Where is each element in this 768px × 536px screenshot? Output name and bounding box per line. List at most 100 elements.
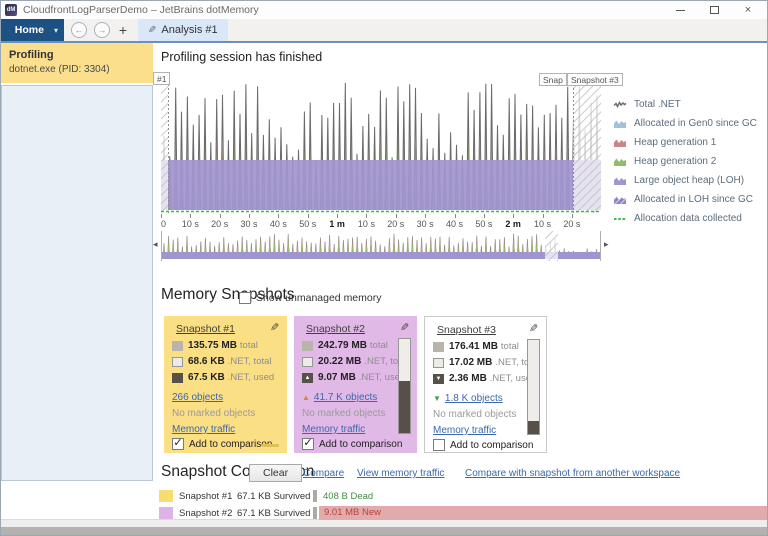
memory-traffic-link[interactable]: Memory traffic [302, 424, 365, 435]
objects-link[interactable]: 266 objects [172, 392, 223, 403]
rename-icon[interactable]: ✎ [400, 321, 409, 334]
axis-tick-label: 40 s [269, 219, 287, 229]
sidebar-session-item[interactable]: Profiling dotnet.exe (PID: 3304) [1, 43, 153, 83]
survived-bar [313, 507, 317, 519]
snapshot-3-link[interactable]: Snapshot #3 [437, 324, 496, 336]
scroll-left-arrow[interactable]: ◂ [153, 239, 158, 250]
trend-down-icon: ▼ [433, 393, 441, 403]
home-icon [9, 29, 10, 31]
plus-icon: + [118, 22, 128, 38]
marked-objects-text: No marked objects [433, 409, 517, 420]
add-to-comparison-checkbox[interactable]: Add to comparison [433, 439, 533, 451]
legend-item-gen1: Heap generation 1 [613, 133, 767, 152]
maximize-button[interactable] [697, 1, 731, 19]
memory-timeline-chart[interactable] [161, 76, 601, 213]
forward-icon: → [97, 25, 107, 35]
snapshot-2-color-swatch [159, 507, 173, 519]
main-panel: Profiling session has finished #1 Snap S… [153, 43, 767, 520]
dashed-line-series-icon [614, 218, 626, 220]
legend-item-alloc-collected: Allocation data collected [613, 209, 767, 228]
sidebar-panel [1, 85, 153, 481]
snapshot-marker-1: #1 [153, 72, 171, 85]
show-unmanaged-checkbox[interactable]: Show unmanaged memory [239, 292, 381, 304]
area-series-icon [614, 158, 626, 166]
memory-traffic-link[interactable]: Memory traffic [433, 425, 496, 436]
status-bar [1, 519, 767, 527]
snapshot-card-3: Snapshot #3 ✎ 176.41 MB total 17.02 MB .NE… [424, 316, 547, 453]
objects-link[interactable]: 1.8 K objects [445, 393, 503, 404]
net-total-swatch [302, 356, 313, 367]
legend-item-gen0: Allocated in Gen0 since GC [613, 114, 767, 133]
clear-button[interactable]: Clear [249, 464, 303, 482]
axis-tick-label: 10 s [181, 219, 199, 229]
snapshot-marker-2: Snap [539, 73, 567, 86]
decrease-icon: ▼ [435, 375, 442, 382]
close-icon: × [744, 4, 752, 16]
comparison-row-snapshot-1: Snapshot #1 67.1 KB Survived 408 B Dead [153, 490, 767, 503]
axis-tick-label: 20 s [387, 219, 405, 229]
new-memory-bar: 9.01 MB New [319, 506, 767, 520]
axis-tick-label: 20 s [563, 219, 581, 229]
window-title: CloudfrontLogParserDemo – JetBrains dotM… [23, 4, 259, 16]
toolbar: Home ▾ ← → + ✎ Analysis #1 [1, 19, 767, 43]
checkbox-checked: ✓ [172, 436, 184, 450]
scroll-right-arrow[interactable]: ▸ [604, 239, 609, 250]
sidebar: Profiling dotnet.exe (PID: 3304) [1, 43, 153, 519]
app-window: dM CloudfrontLogParserDemo – JetBrains d… [0, 0, 768, 536]
total-swatch [433, 341, 444, 352]
rename-icon[interactable]: ✎ [529, 322, 538, 335]
timeline-axis: 0 10 s 20 s 30 s 40 s 50 s 1 m 10 s 20 s 30 s 40 s… [161, 214, 609, 230]
checkbox-checked: ✓ [302, 436, 314, 450]
dead-delta-text: 408 B Dead [323, 491, 374, 502]
survived-bar [313, 490, 317, 502]
home-button[interactable]: Home ▾ [1, 19, 64, 41]
compare-other-workspace-link[interactable]: Compare with snapshot from another works… [465, 468, 680, 479]
chevron-down-icon[interactable]: ▾ [54, 26, 58, 35]
session-status-text: Profiling session has finished [161, 50, 323, 64]
forward-button[interactable]: → [94, 22, 110, 38]
add-to-comparison-checkbox[interactable]: ✓ Add to comparison [302, 436, 402, 450]
snapshot-card-2: Snapshot #2 ✎ 242.79 MB total 20.22 MB .NE… [294, 316, 417, 453]
snapshot-1-link[interactable]: Snapshot #1 [176, 323, 235, 335]
add-to-comparison-checkbox[interactable]: ✓ Add to comparison [172, 436, 272, 450]
minimize-button[interactable] [663, 1, 697, 19]
area-series-icon [614, 120, 626, 128]
close-button[interactable]: × [731, 1, 765, 19]
checkbox-unchecked [239, 292, 251, 304]
tab-analysis-1[interactable]: ✎ Analysis #1 [138, 19, 228, 41]
snapshot-1-color-swatch [159, 490, 173, 502]
bottom-bar [1, 527, 767, 535]
new-tab-button[interactable]: + [114, 19, 132, 41]
edit-icon: ✎ [148, 24, 157, 36]
axis-tick-label: 30 s [240, 219, 258, 229]
legend-item-gen2: Heap generation 2 [613, 152, 767, 171]
comparison-row-snapshot-2: Snapshot #2 67.1 KB Survived 9.01 MB New [153, 506, 767, 520]
memory-gauge [527, 339, 540, 435]
rename-icon[interactable]: ✎ [270, 321, 279, 334]
legend-item-total-net: Total .NET [613, 95, 767, 114]
axis-tick-label: 0 [161, 219, 167, 229]
timeline-overview[interactable] [161, 231, 601, 261]
view-memory-traffic-link[interactable]: View memory traffic [357, 468, 444, 479]
back-button[interactable]: ← [71, 22, 87, 38]
dotmemory-app-icon: dM [5, 4, 17, 16]
memory-traffic-link[interactable]: Memory traffic [172, 424, 235, 435]
axis-tick-label: 10 s [357, 219, 375, 229]
compare-link[interactable]: Compare [303, 468, 344, 479]
trend-up-icon: ▲ [302, 392, 310, 402]
axis-tick-label: 10 s [534, 219, 552, 229]
line-series-icon [613, 100, 627, 109]
checkbox-unchecked [433, 439, 445, 451]
back-icon: ← [74, 25, 84, 35]
objects-link[interactable]: 41.7 K objects [314, 392, 377, 403]
tab-label: Analysis #1 [161, 24, 218, 36]
title-bar: dM CloudfrontLogParserDemo – JetBrains d… [1, 1, 767, 19]
snapshot-2-link[interactable]: Snapshot #2 [306, 323, 365, 335]
net-total-swatch [433, 357, 444, 368]
net-used-swatch: ▼ [433, 373, 444, 384]
legend-item-loh: Large object heap (LOH) [613, 171, 767, 190]
increase-icon: ▲ [304, 374, 311, 381]
net-used-swatch: ▲ [302, 372, 313, 383]
axis-tick-label: 50 s [475, 219, 493, 229]
axis-tick-label: 1 m [329, 219, 345, 229]
